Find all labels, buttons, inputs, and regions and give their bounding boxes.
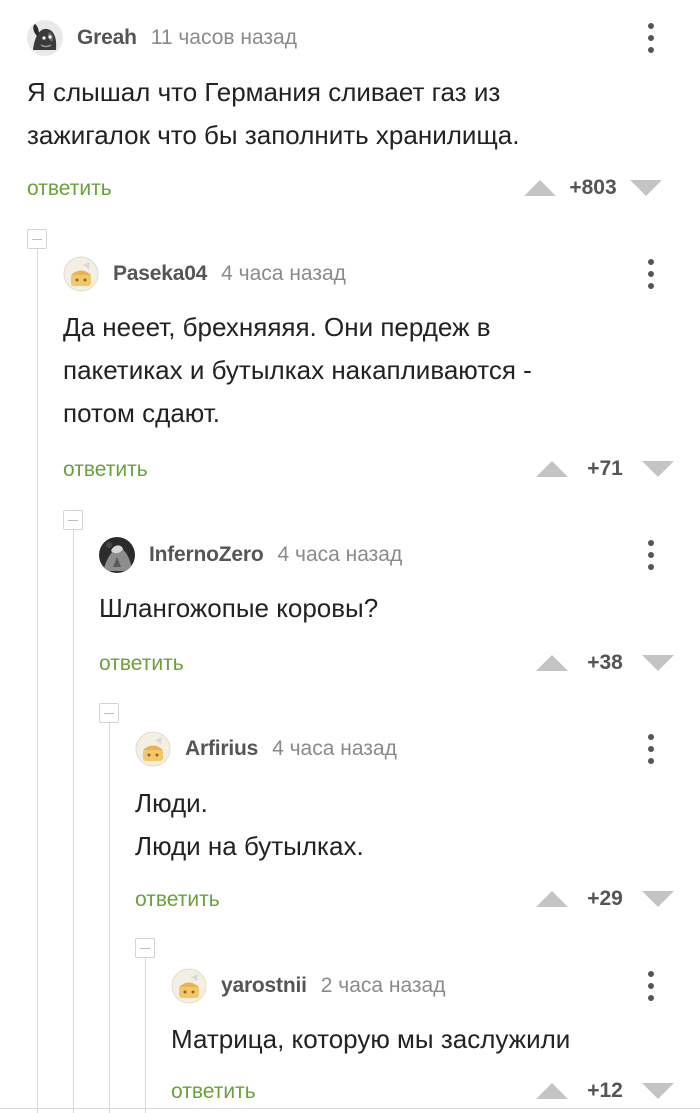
comment-author[interactable]: Arfirius: [185, 737, 258, 761]
comment-author[interactable]: InfernoZero: [149, 543, 264, 567]
downvote-arrow-icon[interactable]: [642, 891, 674, 907]
comment-rating: +38: [587, 651, 623, 674]
reply-link[interactable]: ответить: [63, 458, 148, 482]
comment-header: Greah 11 часов назад: [27, 18, 297, 58]
comment: Paseka04 4 часа назад Да нееет, брехняяя…: [63, 254, 700, 504]
upvote-arrow-icon[interactable]: [536, 655, 568, 671]
comment: InfernoZero 4 часа назад Шлангожопые кор…: [99, 535, 700, 685]
comment-time: 4 часа назад: [272, 737, 397, 760]
comment: Arfirius 4 часа назад Люди. Люди на буты…: [135, 729, 700, 929]
vote-controls: +803: [524, 173, 662, 203]
thread-line: [145, 957, 146, 1113]
dog-photo-avatar-icon[interactable]: [27, 20, 63, 56]
reply-link[interactable]: ответить: [27, 177, 112, 201]
reply-link[interactable]: ответить: [135, 888, 220, 912]
comment-author[interactable]: yarostnii: [221, 974, 307, 998]
more-options-icon[interactable]: [641, 21, 661, 55]
downvote-arrow-icon[interactable]: [642, 461, 674, 477]
collapse-thread-button[interactable]: [27, 229, 47, 249]
comment-header: Arfirius 4 часа назад: [135, 729, 397, 769]
vote-controls: +29: [536, 884, 674, 914]
comment-text: Я слышал что Германия сливает газ из заж…: [27, 77, 520, 150]
comment-header: InfernoZero 4 часа назад: [99, 535, 402, 575]
comment-rating: +803: [569, 176, 617, 199]
comment: yarostnii 2 часа назад Матрица, которую …: [171, 966, 700, 1113]
thread-line: [109, 722, 110, 1113]
reply-link[interactable]: ответить: [99, 652, 184, 676]
comment-text: Да нееет, брехняяяя. Они пердеж в пакети…: [63, 312, 532, 428]
default-avatar-icon[interactable]: [135, 731, 171, 767]
reply-link[interactable]: ответить: [171, 1080, 256, 1104]
upvote-arrow-icon[interactable]: [536, 1083, 568, 1099]
comment-rating: +12: [587, 1079, 623, 1102]
comment-rating: +29: [587, 887, 623, 910]
comment: Greah 11 часов назад Я слышал что Герман…: [27, 18, 700, 218]
collapse-thread-button[interactable]: [63, 510, 83, 530]
comment-time: 4 часа назад: [221, 262, 346, 285]
upvote-arrow-icon[interactable]: [536, 461, 568, 477]
vote-controls: +71: [536, 454, 674, 484]
downvote-arrow-icon[interactable]: [642, 655, 674, 671]
upvote-arrow-icon[interactable]: [536, 891, 568, 907]
upvote-arrow-icon[interactable]: [524, 180, 556, 196]
collapse-thread-button[interactable]: [135, 938, 155, 958]
downvote-arrow-icon[interactable]: [642, 1083, 674, 1099]
comment-rating: +71: [587, 457, 623, 480]
comment-author[interactable]: Paseka04: [113, 262, 207, 286]
vote-controls: +12: [536, 1076, 674, 1106]
vote-controls: +38: [536, 648, 674, 678]
collapse-thread-button[interactable]: [99, 703, 119, 723]
default-avatar-icon[interactable]: [63, 256, 99, 292]
comment-time: 11 часов назад: [150, 26, 297, 49]
photo-avatar-icon[interactable]: [99, 537, 135, 573]
comment-text: Шлангожопые коровы?: [99, 593, 379, 623]
more-options-icon[interactable]: [641, 969, 661, 1003]
comment-author[interactable]: Greah: [77, 26, 137, 50]
more-options-icon[interactable]: [641, 257, 661, 291]
comment-text: Люди. Люди на бутылках.: [135, 788, 364, 861]
comment-time: 4 часа назад: [277, 543, 403, 566]
comment-header: yarostnii 2 часа назад: [171, 966, 445, 1006]
more-options-icon[interactable]: [641, 538, 661, 572]
thread-line: [73, 529, 74, 1113]
more-options-icon[interactable]: [641, 732, 661, 766]
default-avatar-icon[interactable]: [171, 968, 207, 1004]
comment-text: Матрица, которую мы заслужили: [171, 1024, 571, 1054]
downvote-arrow-icon[interactable]: [630, 180, 662, 196]
comment-header: Paseka04 4 часа назад: [63, 254, 346, 294]
divider: [0, 1108, 700, 1109]
thread-line: [37, 248, 38, 1113]
comment-time: 2 часа назад: [320, 974, 446, 997]
